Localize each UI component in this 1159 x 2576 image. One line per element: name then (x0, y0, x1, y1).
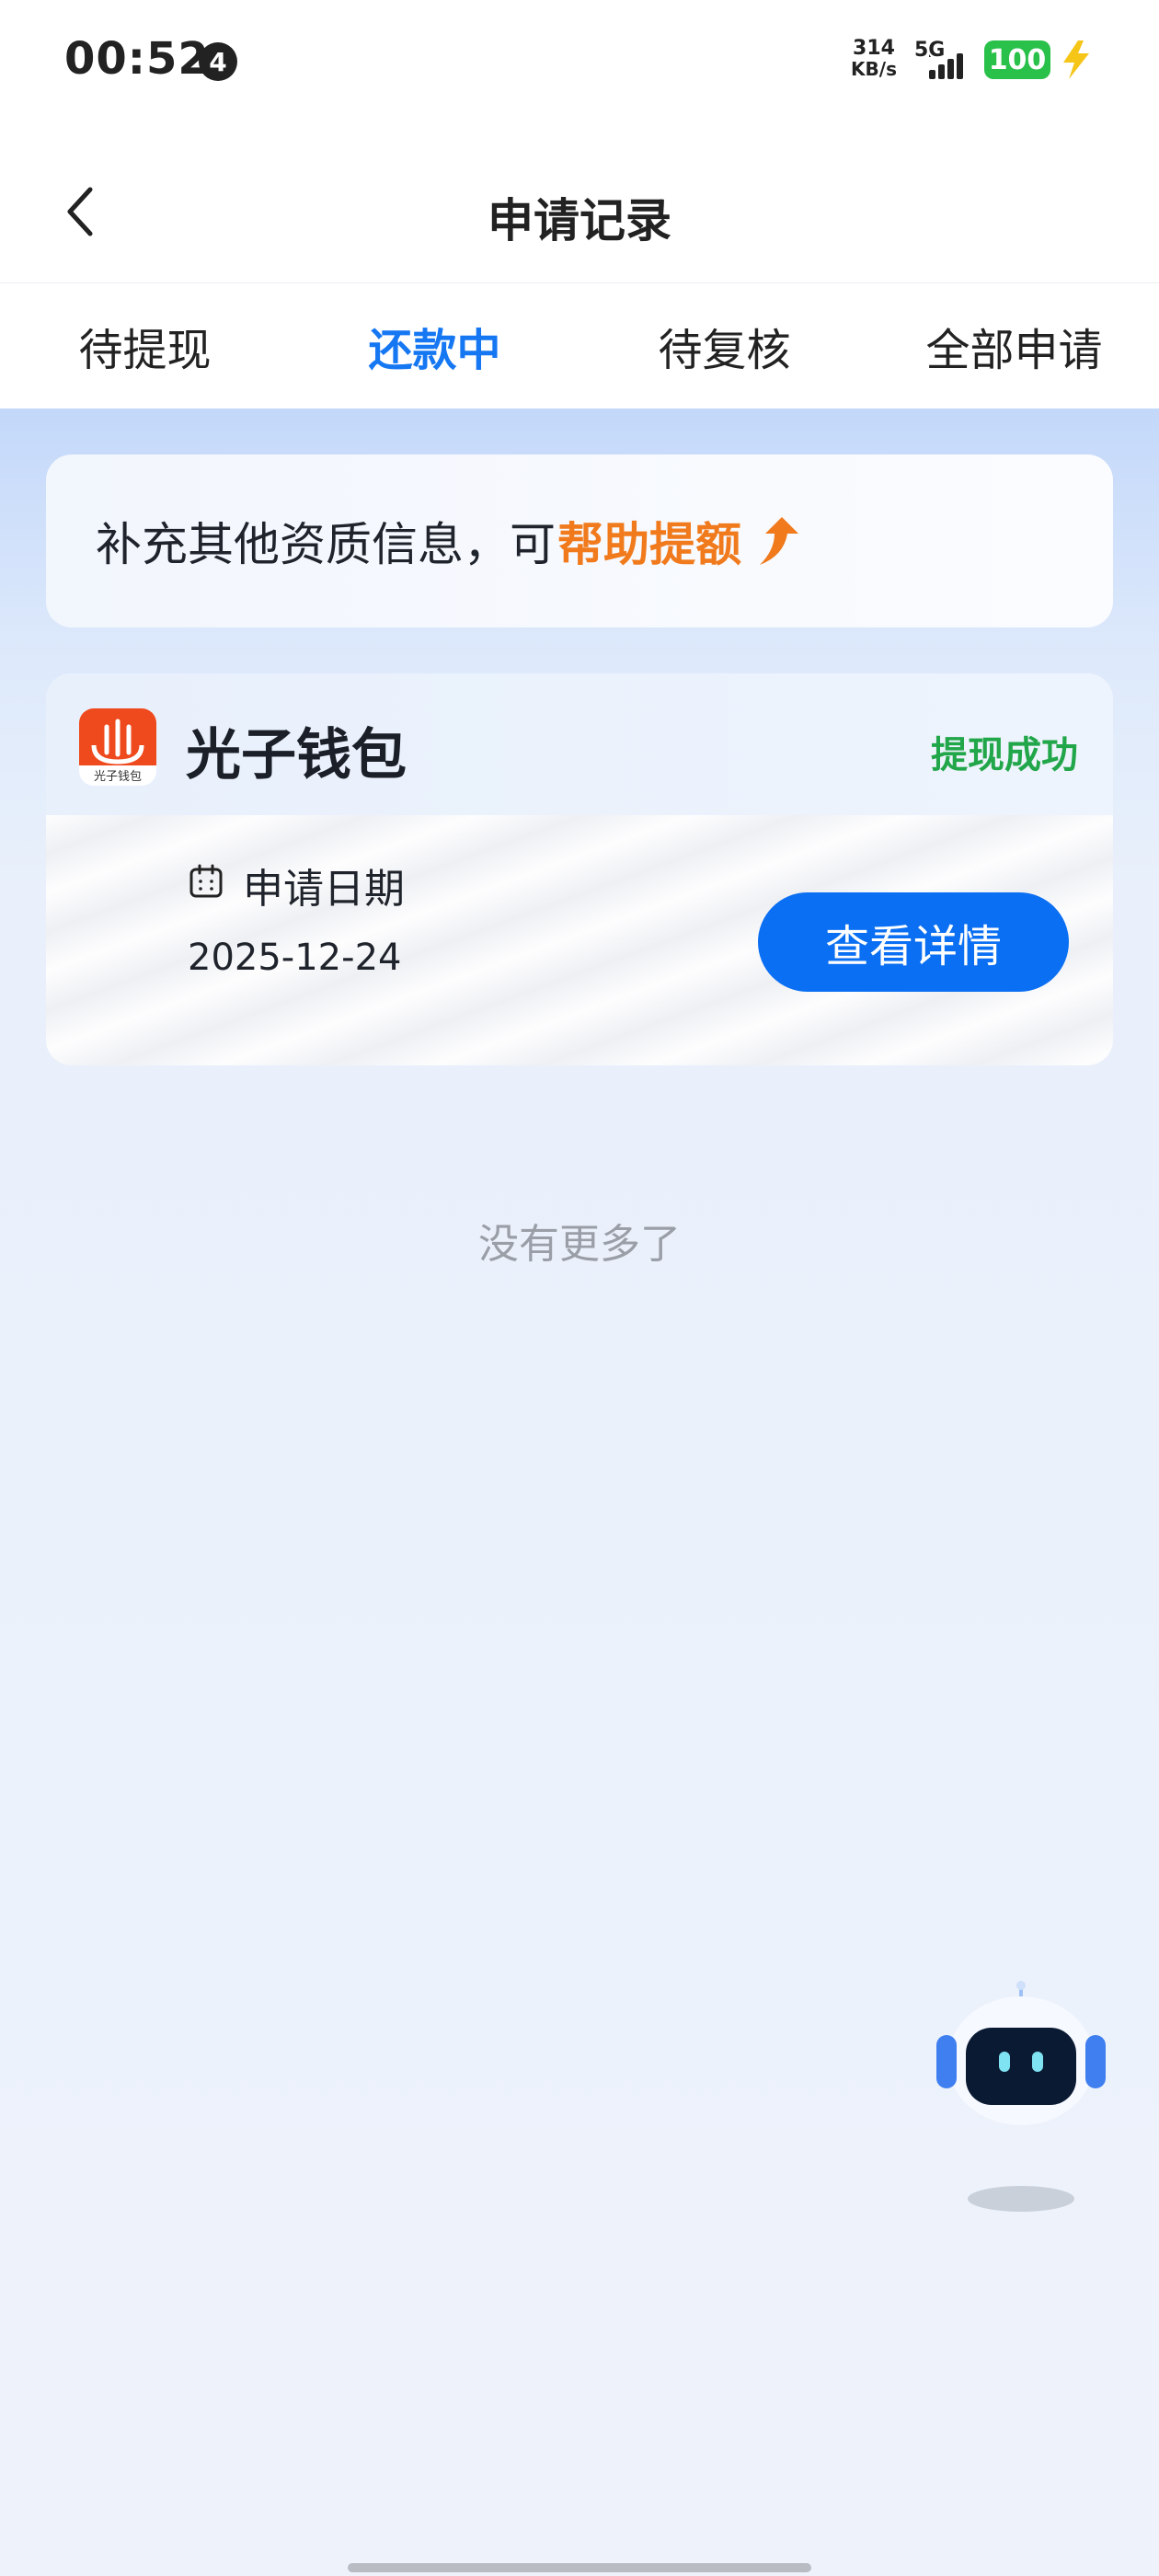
no-more-text: 没有更多了 (478, 1221, 681, 1268)
charging-bolt-icon (1063, 40, 1089, 79)
view-details-button[interactable]: 查看详情 (758, 892, 1069, 992)
page-header: 申请记录 (0, 129, 1159, 283)
home-indicator[interactable] (348, 2563, 811, 2572)
app-name: 光子钱包 (186, 723, 407, 788)
network-speed: 314 KB/s (846, 37, 901, 80)
network-speed-value: 314 (853, 37, 895, 60)
tab-bar: 待提现 还款中 待复核 全部申请 (0, 283, 1159, 408)
application-record-card: 光子钱包 光子钱包 提现成功 申请日期 2025-12-24 (46, 673, 1113, 1065)
tab-repaying[interactable]: 还款中 (290, 283, 580, 408)
status-badge: 提现成功 (931, 734, 1078, 776)
battery-indicator: 100 (984, 40, 1050, 79)
app-logo: 光子钱包 (79, 708, 156, 786)
date-label: 申请日期 (243, 866, 405, 913)
credit-boost-banner[interactable]: 补充其他资质信息，可 帮助提额 (46, 454, 1113, 627)
banner-text-row: 补充其他资质信息，可 帮助提额 (96, 454, 800, 627)
tab-all-applications[interactable]: 全部申请 (869, 283, 1159, 408)
date-value: 2025-12-24 (188, 937, 402, 979)
page-title: 申请记录 (488, 194, 671, 247)
tab-pending-withdrawal[interactable]: 待提现 (0, 283, 290, 408)
card-header: 光子钱包 光子钱包 提现成功 (46, 673, 1113, 815)
app-logo-text: 光子钱包 (94, 770, 142, 784)
network-speed-unit: KB/s (851, 58, 897, 80)
robot-assistant-icon[interactable] (929, 1978, 1122, 2217)
calendar-icon (189, 864, 223, 898)
banner-text: 补充其他资质信息，可 (96, 518, 556, 571)
tab-pending-review[interactable]: 待复核 (580, 283, 869, 408)
status-time: 00:52 (64, 33, 210, 85)
notification-count-badge: 4 (199, 42, 237, 81)
arrow-up-icon (760, 517, 798, 565)
status-bar: 00:52 4 314 KB/s 5G 100 (0, 0, 1159, 129)
banner-highlight: 帮助提额 (557, 518, 741, 571)
signal-icon (929, 53, 963, 79)
